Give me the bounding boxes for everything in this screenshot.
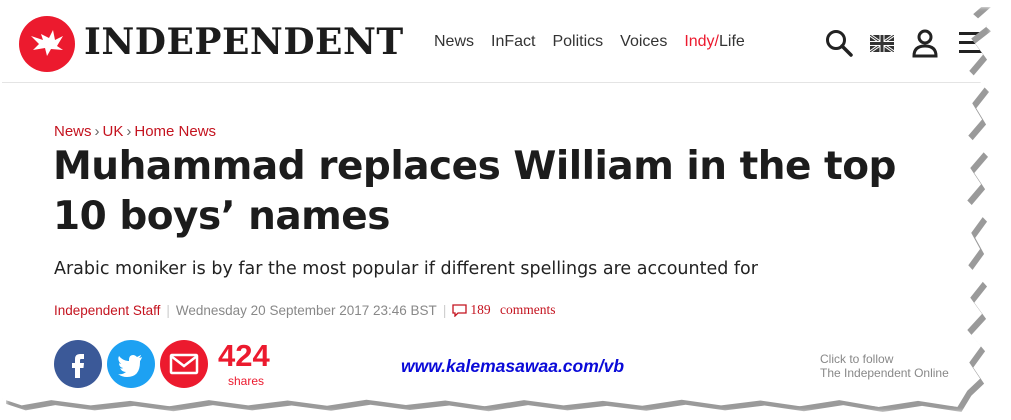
breadcrumb-uk[interactable]: UK — [103, 123, 124, 140]
uk-flag-icon[interactable] — [869, 33, 895, 56]
twitter-icon — [118, 355, 142, 377]
meta-divider: | — [166, 302, 170, 318]
follow-line-1: Click to follow — [820, 352, 894, 366]
main-nav: News InFact Politics Voices Indy/Life — [434, 33, 745, 51]
nav-item-infact[interactable]: InFact — [491, 33, 535, 51]
headline-line-2: 10 boys’ names — [53, 194, 390, 239]
comments-label: comments — [499, 302, 556, 317]
site-header: INDEPENDENT News InFact Politics Voices … — [2, 2, 987, 83]
comments-count: 189 — [470, 302, 491, 317]
follow-line-2: The Independent Online — [820, 366, 949, 380]
breadcrumb-home-news[interactable]: Home News — [134, 123, 216, 140]
header-icons — [824, 28, 987, 58]
share-count: 424 — [218, 338, 270, 373]
author-link[interactable]: Independent Staff — [54, 303, 160, 318]
article-meta: Independent Staff | Wednesday 20 Septemb… — [54, 302, 555, 318]
comment-bubble-icon — [452, 303, 467, 317]
publish-date: Wednesday 20 September 2017 23:46 BST — [175, 302, 437, 318]
headline-line-1: Muhammad replaces William in the top — [53, 144, 896, 189]
nav-item-voices[interactable]: Voices — [620, 33, 667, 51]
breadcrumb: News › UK › Home News — [54, 123, 216, 140]
nav-life-label: Life — [719, 33, 745, 50]
share-count-label: shares — [228, 374, 265, 388]
email-icon — [169, 353, 199, 375]
twitter-share-button[interactable] — [107, 340, 155, 388]
nav-indy-label: Indy/ — [684, 33, 719, 50]
follow-button[interactable]: Click to follow The Independent Online — [820, 352, 949, 380]
nav-item-politics[interactable]: Politics — [552, 33, 603, 51]
nav-item-indy-life[interactable]: Indy/Life — [684, 33, 744, 51]
watermark-url: www.kalemasawaa.com/vb — [401, 356, 625, 376]
breadcrumb-separator: › — [126, 123, 132, 140]
standfirst: Arabic moniker is by far the most popula… — [54, 259, 758, 279]
user-icon[interactable] — [912, 28, 938, 62]
eagle-logo-icon[interactable] — [19, 16, 75, 72]
breadcrumb-separator: › — [94, 123, 100, 140]
nav-item-news[interactable]: News — [434, 33, 474, 51]
search-icon[interactable] — [824, 28, 854, 62]
comments-link[interactable]: 189 comments — [452, 302, 555, 318]
facebook-share-button[interactable] — [54, 340, 102, 388]
meta-divider: | — [442, 302, 447, 318]
email-share-button[interactable] — [160, 340, 208, 388]
breadcrumb-news[interactable]: News — [54, 123, 92, 140]
site-wordmark[interactable]: INDEPENDENT — [84, 21, 404, 63]
facebook-icon — [72, 354, 84, 378]
page-title: Muhammad replaces William in the top 10 … — [53, 142, 953, 242]
article-page: INDEPENDENT News InFact Politics Voices … — [2, 2, 987, 407]
